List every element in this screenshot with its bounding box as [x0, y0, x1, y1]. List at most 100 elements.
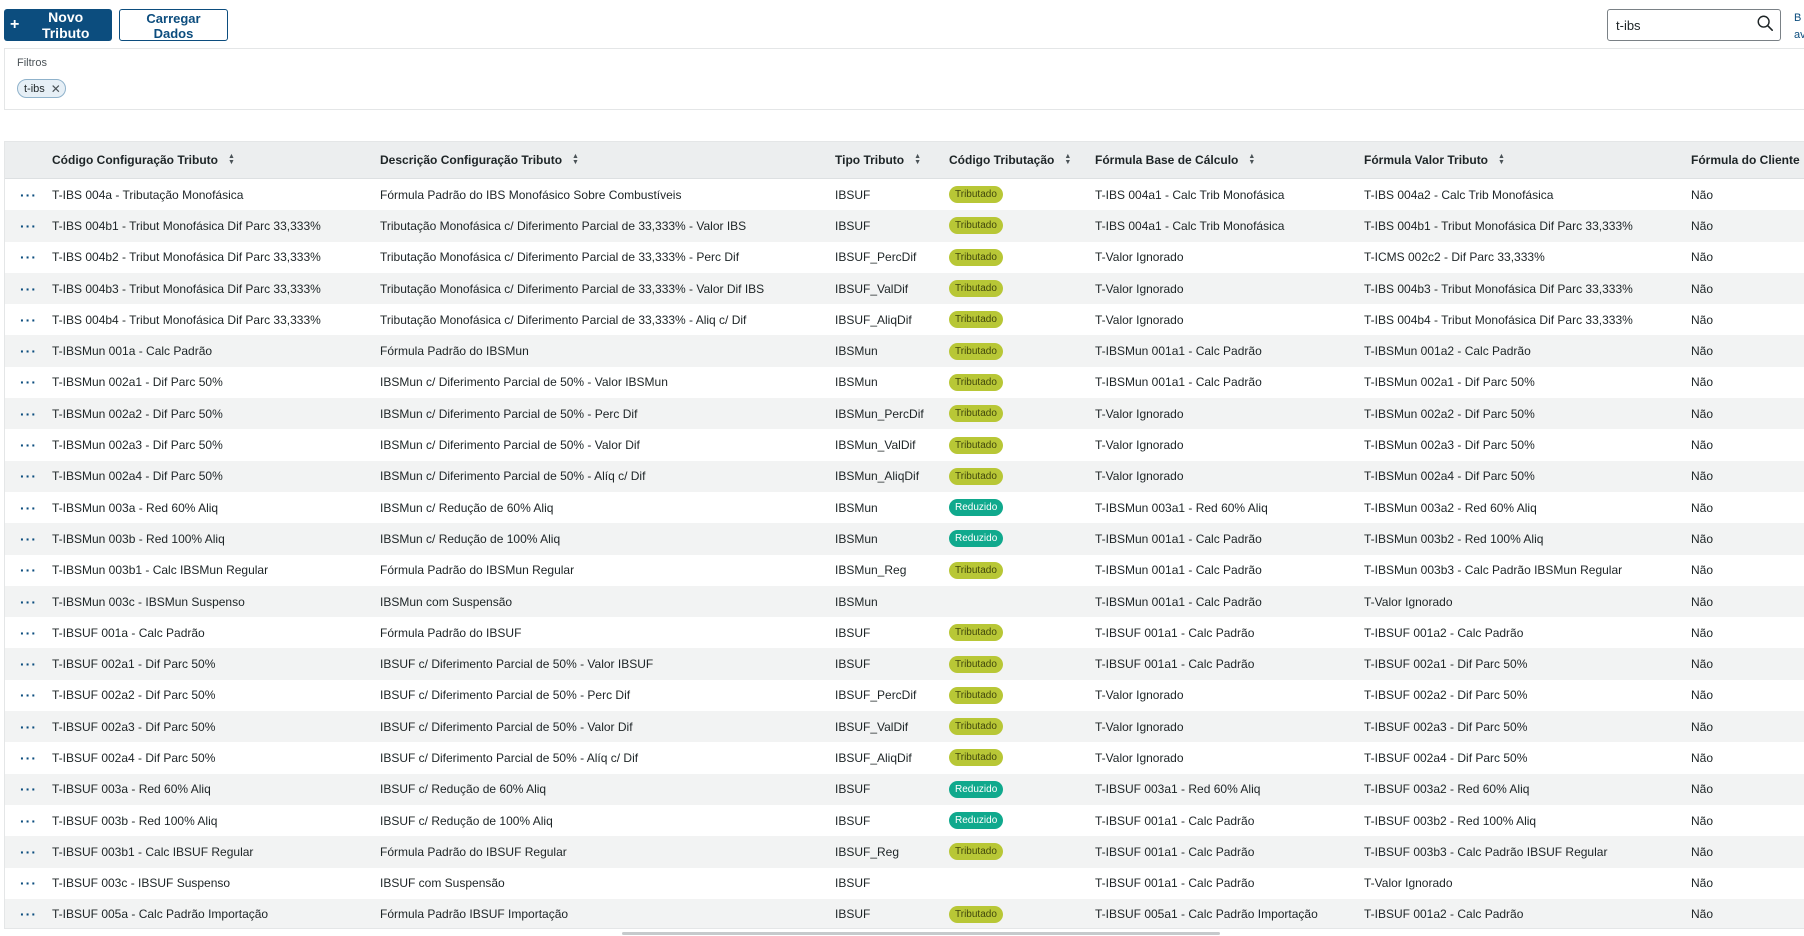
cell-descricao: IBSUF c/ Diferimento Parcial de 50% - Va… — [380, 648, 835, 680]
more-horizontal-icon[interactable]: ··· — [5, 555, 52, 586]
status-badge: Tributado — [949, 655, 1003, 673]
cell-formula-cliente: Não — [1691, 868, 1804, 899]
table-row[interactable]: ··· T-IBSUF 003c - IBSUF Suspenso IBSUF co… — [5, 868, 1804, 899]
more-horizontal-icon[interactable]: ··· — [5, 680, 52, 711]
more-horizontal-icon[interactable]: ··· — [5, 523, 52, 555]
more-horizontal-icon[interactable]: ··· — [5, 868, 52, 899]
cell-descricao-text: Fórmula Padrão do IBSMun — [380, 344, 529, 359]
header-codigo-tributacao[interactable]: Código Tributação ▲ ▼ — [949, 142, 1095, 179]
more-horizontal-icon[interactable]: ··· — [5, 460, 52, 492]
more-horizontal-icon[interactable]: ··· — [5, 773, 52, 805]
table-row[interactable]: ··· T-IBSUF 002a4 - Dif Parc 50% IBSUF c/ … — [5, 742, 1804, 773]
table-row[interactable]: ··· T-IBSUF 002a2 - Dif Parc 50% IBSUF c/ … — [5, 680, 1804, 711]
more-horizontal-icon[interactable]: ··· — [5, 398, 52, 430]
header-formula-base[interactable]: Fórmula Base de Cálculo ▲ ▼ — [1095, 142, 1364, 179]
table-row[interactable]: ··· T-IBSMun 002a2 - Dif Parc 50% IBSMun c… — [5, 398, 1804, 430]
more-horizontal-icon[interactable]: ··· — [5, 179, 52, 211]
more-horizontal-icon[interactable]: ··· — [5, 617, 52, 648]
cell-codigo-text: T-IBSMun 002a4 - Dif Parc 50% — [52, 469, 223, 484]
more-horizontal-icon[interactable]: ··· — [5, 648, 52, 680]
search-icon[interactable] — [1756, 14, 1774, 37]
header-tipo[interactable]: Tipo Tributo ▲ ▼ — [835, 142, 949, 179]
cell-formula-cliente-text: Não — [1691, 250, 1714, 265]
cell-formula-base-text: T-IBSUF 001a1 - Calc Padrão — [1095, 876, 1255, 891]
cell-formula-base: T-IBSUF 003a1 - Red 60% Aliq — [1095, 773, 1364, 805]
cell-formula-base: T-IBS 004a1 - Calc Trib Monofásica — [1095, 210, 1364, 242]
cell-codigo-text: T-IBSUF 001a - Calc Padrão — [52, 625, 205, 640]
table-row[interactable]: ··· T-IBS 004a - Tributação Monofásica Fór… — [5, 179, 1804, 211]
cell-codigo: T-IBS 004b4 - Tribut Monofásica Dif Parc… — [52, 304, 380, 335]
clipped-link[interactable]: B av — [1794, 10, 1804, 44]
cell-formula-valor-text: T-IBSUF 001a2 - Calc Padrão — [1364, 625, 1524, 640]
table-row[interactable]: ··· T-IBSMun 002a1 - Dif Parc 50% IBSMun c… — [5, 367, 1804, 398]
close-icon[interactable]: ✕ — [51, 83, 61, 95]
more-horizontal-icon[interactable]: ··· — [5, 898, 52, 928]
new-tribute-button[interactable]: + Novo Tributo — [4, 9, 112, 41]
cell-codigo-tributacao — [949, 585, 1095, 618]
table-row[interactable]: ··· T-IBS 004b3 - Tribut Monofásica Dif P… — [5, 272, 1804, 305]
table-row[interactable]: ··· T-IBSMun 003a - Red 60% Aliq IBSMun c/… — [5, 492, 1804, 523]
more-horizontal-icon[interactable]: ··· — [5, 210, 52, 242]
more-horizontal-icon[interactable]: ··· — [5, 742, 52, 773]
status-badge: Reduzido — [949, 530, 1004, 548]
more-horizontal-icon[interactable]: ··· — [5, 367, 52, 398]
header-formula-valor[interactable]: Fórmula Valor Tributo ▲ ▼ — [1364, 142, 1691, 179]
table-row[interactable]: ··· T-IBSMun 002a3 - Dif Parc 50% IBSMun c… — [5, 429, 1804, 460]
more-horizontal-icon[interactable]: ··· — [5, 492, 52, 523]
cell-codigo: T-IBSUF 005a - Calc Padrão Importação — [52, 898, 380, 928]
sort-icon[interactable]: ▲ ▼ — [1064, 153, 1071, 166]
table-row[interactable]: ··· T-IBSMun 002a4 - Dif Parc 50% IBSMun c… — [5, 460, 1804, 492]
header-formula-cliente[interactable]: Fórmula do Cliente — [1691, 142, 1804, 179]
table-row[interactable]: ··· T-IBS 004b4 - Tribut Monofásica Dif P… — [5, 304, 1804, 335]
table-row[interactable]: ··· T-IBS 004b2 - Tribut Monofásica Dif P… — [5, 242, 1804, 273]
cell-formula-valor: T-IBSUF 002a3 - Dif Parc 50% — [1364, 711, 1691, 743]
header-descricao[interactable]: Descrição Configuração Tributo ▲ ▼ — [380, 142, 835, 179]
more-horizontal-icon[interactable]: ··· — [5, 836, 52, 868]
table-row[interactable]: ··· T-IBSMun 003b1 - Calc IBSMun Regular F… — [5, 555, 1804, 586]
sort-icon[interactable]: ▲ ▼ — [1248, 153, 1255, 166]
cell-codigo: T-IBSUF 003b - Red 100% Aliq — [52, 805, 380, 836]
table-row[interactable]: ··· T-IBS 004b1 - Tribut Monofásica Dif P… — [5, 210, 1804, 242]
cell-tipo: IBSUF_ValDif — [835, 272, 949, 305]
more-horizontal-icon[interactable]: ··· — [5, 429, 52, 460]
table-row[interactable]: ··· T-IBSUF 005a - Calc Padrão Importação… — [5, 898, 1804, 928]
more-horizontal-icon[interactable]: ··· — [5, 711, 52, 743]
cell-tipo: IBSMun — [835, 367, 949, 398]
table-row[interactable]: ··· T-IBSUF 003a - Red 60% Aliq IBSUF c/ R… — [5, 773, 1804, 805]
cell-formula-base-text: T-Valor Ignorado — [1095, 281, 1184, 296]
table-row[interactable]: ··· T-IBSUF 003b1 - Calc IBSUF Regular Fór… — [5, 836, 1804, 868]
horizontal-scrollbar[interactable] — [622, 932, 1220, 935]
cell-descricao: Fórmula Padrão do IBSMun Regular — [380, 555, 835, 586]
sort-icon[interactable]: ▲ ▼ — [228, 153, 235, 166]
table-row[interactable]: ··· T-IBSUF 003b - Red 100% Aliq IBSUF c/ … — [5, 805, 1804, 836]
cell-formula-valor-text: T-IBSUF 003b2 - Red 100% Aliq — [1364, 813, 1537, 828]
table-row[interactable]: ··· T-IBSUF 002a1 - Dif Parc 50% IBSUF c/ … — [5, 648, 1804, 680]
cell-formula-base: T-IBSMun 001a1 - Calc Padrão — [1095, 335, 1364, 367]
table-row[interactable]: ··· T-IBSMun 001a - Calc Padrão Fórmula Pa… — [5, 335, 1804, 367]
cell-formula-cliente-text: Não — [1691, 312, 1714, 327]
more-horizontal-icon[interactable]: ··· — [5, 585, 52, 618]
cell-codigo-text: T-IBSUF 005a - Calc Padrão Importação — [52, 907, 269, 922]
more-horizontal-icon[interactable]: ··· — [5, 272, 52, 305]
more-horizontal-icon[interactable]: ··· — [5, 335, 52, 367]
cell-formula-base: T-IBSUF 001a1 - Calc Padrão — [1095, 805, 1364, 836]
more-horizontal-icon[interactable]: ··· — [5, 304, 52, 335]
more-horizontal-icon[interactable]: ··· — [5, 242, 52, 273]
cell-tipo: IBSUF_PercDif — [835, 680, 949, 711]
cell-tipo: IBSMun_PercDif — [835, 398, 949, 430]
cell-codigo: T-IBSUF 002a4 - Dif Parc 50% — [52, 742, 380, 773]
load-data-button[interactable]: Carregar Dados — [119, 9, 228, 41]
table-row[interactable]: ··· T-IBSMun 003c - IBSMun Suspenso IBSMun… — [5, 585, 1804, 618]
table-row[interactable]: ··· T-IBSUF 002a3 - Dif Parc 50% IBSUF c/ … — [5, 711, 1804, 743]
more-horizontal-icon[interactable]: ··· — [5, 805, 52, 836]
sort-icon[interactable]: ▲ ▼ — [914, 153, 921, 166]
cell-formula-valor-text: T-IBSMun 002a3 - Dif Parc 50% — [1364, 438, 1535, 453]
sort-icon[interactable]: ▲ ▼ — [1498, 153, 1505, 166]
table-row[interactable]: ··· T-IBSUF 001a - Calc Padrão Fórmula Pad… — [5, 617, 1804, 648]
sort-icon[interactable]: ▲ ▼ — [572, 153, 579, 166]
cell-formula-valor-text: T-IBSUF 002a1 - Dif Parc 50% — [1364, 657, 1528, 672]
table-row[interactable]: ··· T-IBSMun 003b - Red 100% Aliq IBSMun c… — [5, 523, 1804, 555]
header-codigo[interactable]: Código Configuração Tributo ▲ ▼ — [52, 142, 380, 179]
cell-tipo: IBSUF_ValDif — [835, 711, 949, 743]
search-input[interactable] — [1616, 17, 1756, 33]
